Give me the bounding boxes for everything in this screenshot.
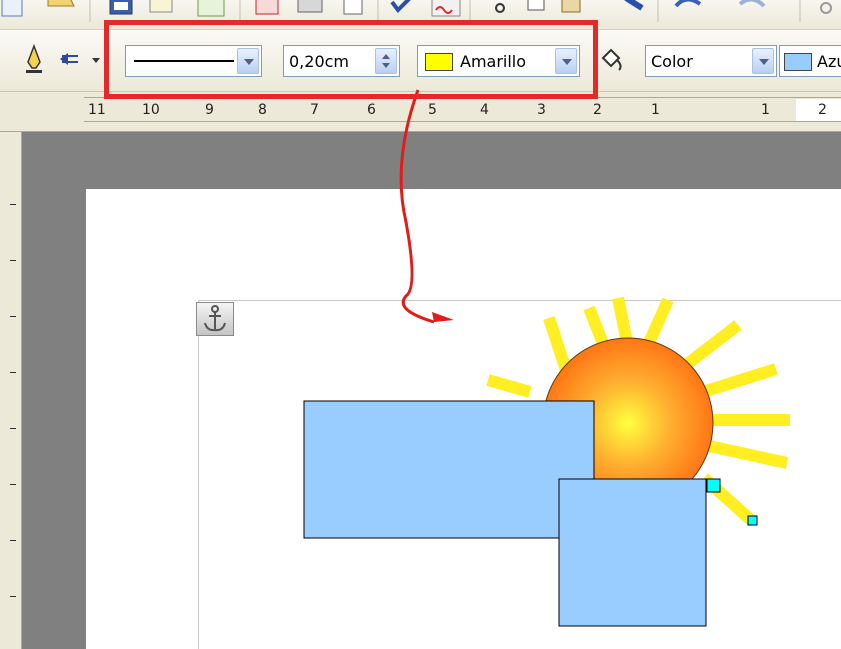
blue-square[interactable] [558,478,707,627]
selection-handle[interactable] [747,515,758,526]
selection-handle[interactable] [706,478,721,493]
highlight-box [104,20,598,99]
blue-rectangle[interactable] [303,400,595,539]
